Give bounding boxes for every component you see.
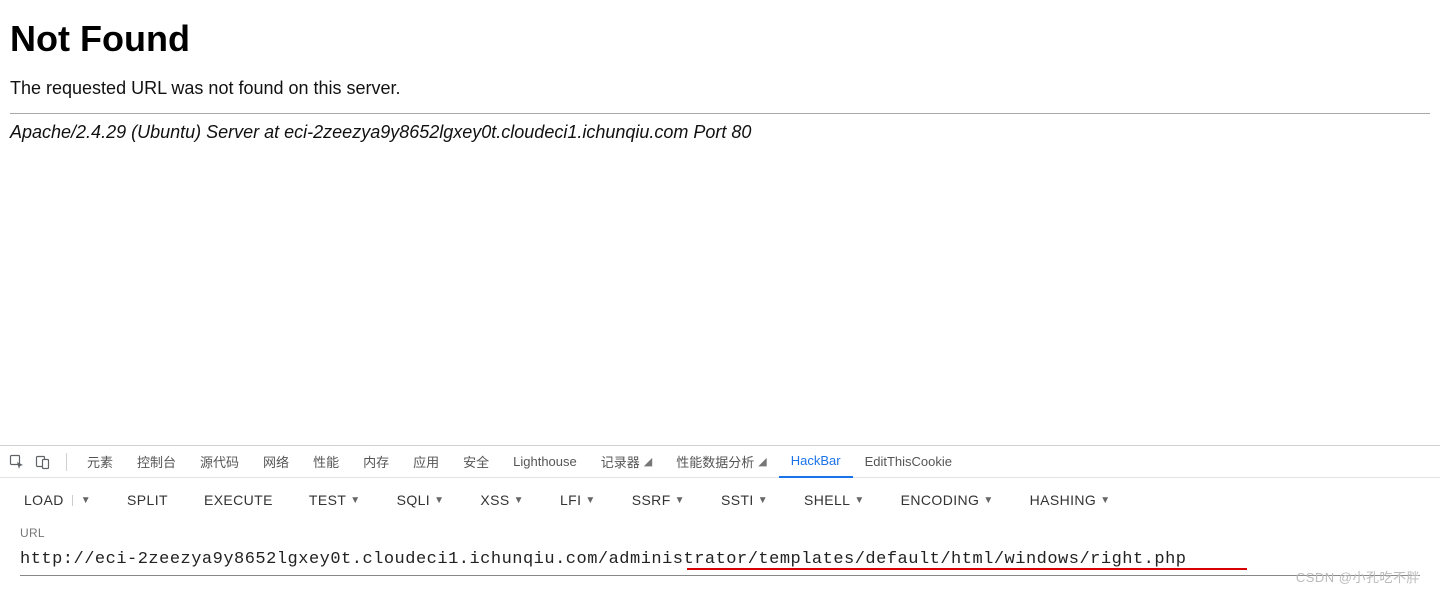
tab-security[interactable]: 安全 — [451, 446, 501, 478]
url-highlight-underline — [687, 568, 1247, 570]
divider — [10, 113, 1430, 114]
execute-button[interactable]: EXECUTE — [200, 486, 277, 514]
chevron-down-icon: ▼ — [758, 495, 768, 506]
url-input[interactable] — [20, 546, 1420, 576]
load-button[interactable]: LOAD ▼ — [20, 486, 95, 514]
url-section: URL — [0, 522, 1440, 592]
tabbar-separator — [66, 453, 67, 471]
tab-application[interactable]: 应用 — [401, 446, 451, 478]
error-message: The requested URL was not found on this … — [10, 78, 1430, 99]
chevron-down-icon[interactable]: ▼ — [72, 495, 91, 506]
devtools-tabbar: 元素 控制台 源代码 网络 性能 内存 应用 安全 Lighthouse 记录器… — [0, 446, 1440, 478]
shell-label: SHELL — [804, 492, 850, 508]
chevron-down-icon: ▼ — [675, 495, 685, 506]
tab-sources[interactable]: 源代码 — [188, 446, 251, 478]
ssti-label: SSTI — [721, 492, 754, 508]
test-label: TEST — [309, 492, 346, 508]
tab-perf-insights-label: 性能数据分析 — [676, 452, 754, 471]
chevron-down-icon: ▼ — [514, 495, 524, 506]
tab-recorder[interactable]: 记录器 ◢ — [589, 446, 664, 478]
hashing-button[interactable]: HASHING ▼ — [1026, 486, 1115, 514]
chevron-down-icon: ▼ — [434, 495, 444, 506]
tab-lighthouse[interactable]: Lighthouse — [501, 446, 589, 478]
tab-network[interactable]: 网络 — [251, 446, 301, 478]
chevron-down-icon: ▼ — [585, 495, 595, 506]
inspect-icon[interactable] — [6, 451, 28, 473]
pin-icon: ◢ — [758, 455, 766, 468]
server-signature: Apache/2.4.29 (Ubuntu) Server at eci-2ze… — [10, 122, 1430, 143]
xss-button[interactable]: XSS ▼ — [476, 486, 528, 514]
tab-console[interactable]: 控制台 — [125, 446, 188, 478]
hashing-label: HASHING — [1030, 492, 1097, 508]
split-button[interactable]: SPLIT — [123, 486, 172, 514]
devtools-panel: 元素 控制台 源代码 网络 性能 内存 应用 安全 Lighthouse 记录器… — [0, 445, 1440, 592]
ssti-button[interactable]: SSTI ▼ — [717, 486, 772, 514]
device-toggle-icon[interactable] — [32, 451, 54, 473]
tab-editthiscookie[interactable]: EditThisCookie — [853, 446, 964, 478]
shell-button[interactable]: SHELL ▼ — [800, 486, 869, 514]
tab-hackbar[interactable]: HackBar — [779, 446, 853, 478]
encoding-button[interactable]: ENCODING ▼ — [897, 486, 998, 514]
lfi-label: LFI — [560, 492, 581, 508]
xss-label: XSS — [480, 492, 509, 508]
hackbar-toolbar: LOAD ▼ SPLIT EXECUTE TEST ▼ SQLI ▼ XSS ▼… — [0, 478, 1440, 522]
tab-recorder-label: 记录器 — [601, 452, 640, 471]
error-title: Not Found — [10, 18, 1430, 60]
chevron-down-icon: ▼ — [350, 495, 360, 506]
url-label: URL — [20, 526, 1420, 540]
error-page-content: Not Found The requested URL was not foun… — [0, 0, 1440, 151]
encoding-label: ENCODING — [901, 492, 980, 508]
tab-memory[interactable]: 内存 — [351, 446, 401, 478]
pin-icon: ◢ — [644, 455, 652, 468]
chevron-down-icon: ▼ — [983, 495, 993, 506]
lfi-button[interactable]: LFI ▼ — [556, 486, 600, 514]
ssrf-label: SSRF — [632, 492, 671, 508]
tab-perf-insights[interactable]: 性能数据分析 ◢ — [664, 446, 778, 478]
test-button[interactable]: TEST ▼ — [305, 486, 365, 514]
tab-performance[interactable]: 性能 — [301, 446, 351, 478]
sqli-button[interactable]: SQLI ▼ — [393, 486, 449, 514]
ssrf-button[interactable]: SSRF ▼ — [628, 486, 689, 514]
chevron-down-icon: ▼ — [854, 495, 864, 506]
sqli-label: SQLI — [397, 492, 431, 508]
chevron-down-icon: ▼ — [1100, 495, 1110, 506]
watermark: CSDN @小孔吃不胖 — [1296, 567, 1420, 586]
tab-elements[interactable]: 元素 — [75, 446, 125, 478]
load-label: LOAD — [24, 492, 64, 508]
